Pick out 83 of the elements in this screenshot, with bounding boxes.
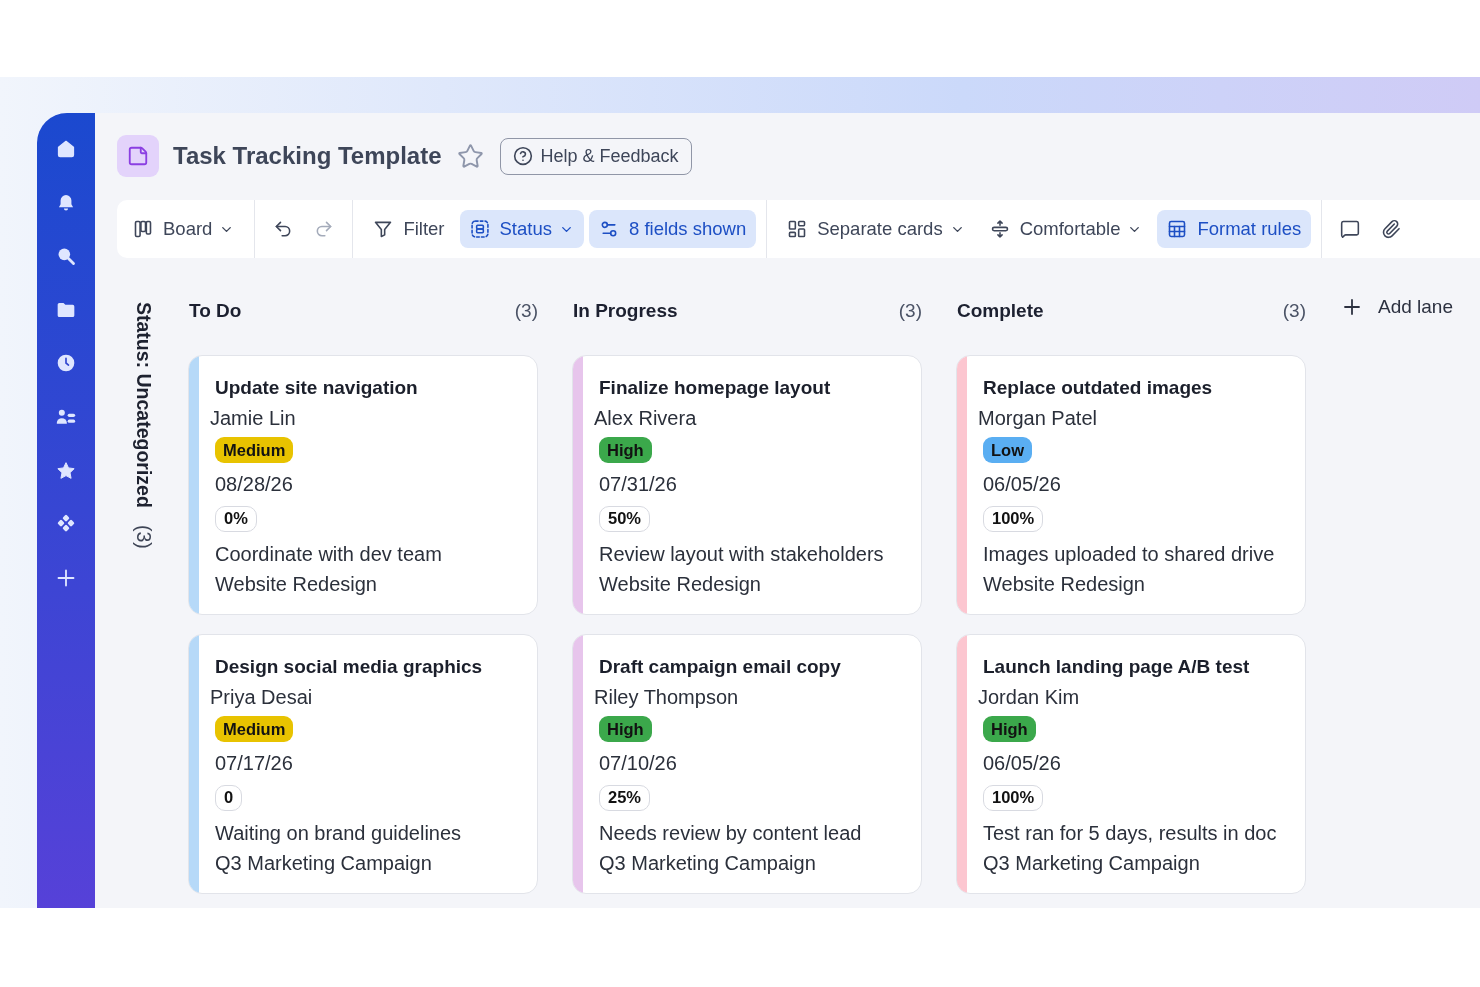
card-title: Update site navigation [215, 376, 418, 400]
card-title: Draft campaign email copy [599, 655, 841, 679]
progress-tag: 50% [599, 506, 651, 532]
help-feedback-button[interactable]: Help & Feedback [499, 137, 692, 175]
priority-badge: High [983, 716, 1036, 742]
project-name: Website Redesign [215, 572, 377, 597]
task-card[interactable]: Replace outdated images Morgan Patel Low 06/05/26 100% Images uploaded to shared drive Website Redesign [956, 355, 1306, 615]
columns-icon [133, 219, 153, 239]
sticky-note-icon [117, 135, 159, 177]
paperclip-icon[interactable] [1381, 219, 1402, 239]
table-icon [1167, 219, 1188, 239]
help-icon [512, 146, 533, 166]
due-date: 08/28/26 [215, 472, 293, 497]
lane-title: Complete [957, 300, 1044, 322]
project-name: Website Redesign [983, 572, 1145, 597]
lane-count: (3) [514, 300, 538, 322]
priority-badge: High [599, 716, 652, 742]
view-button[interactable]: Board [123, 210, 245, 248]
due-date: 07/10/26 [599, 751, 677, 776]
progress-tag: 25% [599, 785, 651, 811]
due-date: 06/05/26 [983, 472, 1061, 497]
cards-button[interactable]: Separate cards [777, 210, 975, 248]
card-title: Design social media graphics [215, 655, 483, 679]
card-note: Coordinate with dev team [215, 542, 442, 567]
due-date: 06/05/26 [983, 751, 1061, 776]
group-count: (3) [132, 524, 155, 549]
lane-count: (3) [898, 300, 922, 322]
filter-icon [373, 219, 394, 239]
priority-badge: Low [983, 437, 1032, 463]
assignee-name: Morgan Patel [978, 406, 1097, 431]
star-icon[interactable] [56, 460, 76, 481]
progress-tag: 100% [983, 785, 1044, 811]
lane-count: (3) [1282, 300, 1306, 322]
progress-tag: 0 [215, 785, 243, 811]
bell-icon[interactable] [56, 192, 76, 213]
project-name: Q3 Marketing Campaign [983, 851, 1200, 876]
assignee-name: Alex Rivera [594, 406, 697, 431]
assignee-name: Jamie Lin [210, 406, 296, 431]
card-title: Replace outdated images [983, 376, 1213, 400]
due-date: 07/31/26 [599, 472, 677, 497]
project-name: Q3 Marketing Campaign [599, 851, 816, 876]
priority-badge: Medium [215, 716, 294, 742]
lane-title: In Progress [573, 300, 678, 322]
priority-badge: Medium [215, 437, 294, 463]
filter-button[interactable]: Filter [363, 210, 455, 248]
card-title: Finalize homepage layout [599, 376, 831, 400]
lane-title: To Do [189, 300, 242, 322]
project-name: Website Redesign [599, 572, 761, 597]
due-date: 07/17/26 [215, 751, 293, 776]
card-note: Images uploaded to shared drive [983, 542, 1275, 567]
assignee-name: Jordan Kim [978, 685, 1080, 710]
search-icon[interactable] [56, 246, 76, 267]
assignee-name: Priya Desai [210, 685, 313, 710]
task-card[interactable]: Design social media graphics Priya Desai Medium 07/17/26 0 Waiting on brand guidelines Q3 Marketing Campaign [188, 634, 538, 894]
density-button[interactable]: Comfortable [979, 210, 1153, 248]
page-title: Task Tracking Template [173, 142, 442, 170]
home-icon[interactable] [56, 139, 76, 159]
card-title: Launch landing page A/B test [983, 655, 1250, 679]
plus-icon[interactable] [56, 567, 76, 588]
task-card[interactable]: Update site navigation Jamie Lin Medium 08/28/26 0% Coordinate with dev team Website Redesign [188, 355, 538, 615]
card-note: Waiting on brand guidelines [215, 821, 462, 846]
fields-button[interactable]: 8 fields shown [588, 210, 757, 248]
task-card[interactable]: Launch landing page A/B test Jordan Kim High 06/05/26 100% Test ran for 5 days, results in doc Q3 Marketing Campaign [956, 634, 1306, 894]
grid-icon [787, 219, 808, 239]
card-note: Test ran for 5 days, results in doc [983, 821, 1277, 846]
comment-icon[interactable] [1340, 219, 1361, 239]
add-lane-button[interactable]: Add lane [1340, 295, 1453, 319]
format-button[interactable]: Format rules [1157, 210, 1312, 248]
task-card[interactable]: Draft campaign email copy Riley Thompson High 07/10/26 25% Needs review by content lead Q3 Marketing Campaign [572, 634, 922, 894]
favorite-star-icon[interactable] [456, 142, 484, 170]
vertical-arrows-icon [989, 219, 1010, 239]
progress-tag: 100% [983, 506, 1044, 532]
group-button[interactable]: Status [459, 210, 584, 248]
dashed-square-icon [469, 219, 490, 239]
card-note: Needs review by content lead [599, 821, 862, 846]
project-name: Q3 Marketing Campaign [215, 851, 432, 876]
task-card[interactable]: Finalize homepage layout Alex Rivera High 07/31/26 50% Review layout with stakeholders Website Redesign [572, 355, 922, 615]
priority-badge: High [599, 437, 652, 463]
clock-icon[interactable] [56, 353, 76, 374]
assignee-name: Riley Thompson [594, 685, 739, 710]
group-label: Status: Uncategorized [132, 302, 155, 508]
progress-tag: 0% [215, 506, 257, 532]
card-note: Review layout with stakeholders [599, 542, 884, 567]
